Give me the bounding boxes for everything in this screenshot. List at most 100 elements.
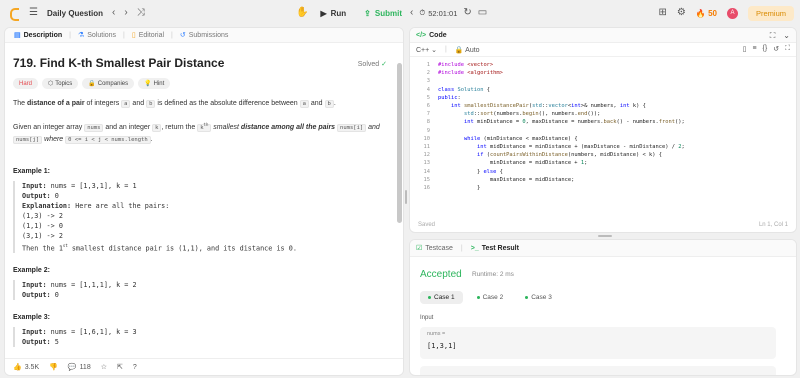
code-line[interactable]: minDistance = midDistance + 1;	[438, 159, 587, 167]
mode-label: Auto	[465, 46, 480, 54]
description-scrollbar[interactable]	[397, 63, 402, 223]
line-number: 6	[426, 103, 430, 109]
tab-submissions[interactable]: ↺ Submissions	[177, 31, 232, 40]
line-number: 7	[426, 111, 430, 118]
code-header: </> Code	[410, 28, 796, 43]
book-icon: ▯	[131, 32, 136, 39]
code-editor[interactable]: 1 #include <vector> 2 #include <algorithm> 3…	[410, 57, 796, 207]
code-line[interactable]: while (minDistance < maxDistance) {	[438, 135, 578, 143]
description-tabs: ▤ Description | ⚗ Solutions | ▯ Editorial |…	[5, 28, 403, 43]
top-bar: ☰ Daily Question ‹ › ⤨ ✋ ▶ Run ⇪ Submit …	[0, 0, 800, 26]
tab-test-result[interactable]: >_ Test Result	[471, 245, 519, 252]
tab-label: Solutions	[87, 31, 117, 39]
submit-button[interactable]: ⇪ Submit	[358, 7, 408, 20]
line-number: 16	[423, 185, 431, 191]
input-var-name: nums =	[427, 331, 446, 337]
fullscreen-icon[interactable]: ⛶	[785, 45, 790, 53]
menu-icon[interactable]: ☰	[29, 8, 38, 18]
share-icon[interactable]: ⇱	[117, 363, 123, 371]
horizontal-resize-handle[interactable]	[598, 235, 612, 237]
problem-description: 719. Find K-th Smallest Pair Distance So…	[5, 43, 403, 361]
line-number: 15	[423, 176, 431, 183]
dislike-icon[interactable]: 👎	[49, 363, 58, 371]
code-line[interactable]: }	[438, 184, 480, 192]
code-line[interactable]: class Solution {	[438, 86, 490, 94]
run-label: Run	[330, 8, 347, 18]
comment-icon: 💬	[67, 364, 77, 371]
cursor-position: Ln 1, Col 1	[758, 222, 788, 228]
line-number: 9	[426, 127, 430, 134]
shuffle-icon[interactable]: ⤨	[137, 8, 145, 18]
line-number: 3	[426, 78, 430, 85]
like-count: 3.5K	[24, 363, 40, 371]
like-button[interactable]: 👍 3.5K	[13, 363, 40, 372]
next-problem-icon[interactable]: ›	[124, 8, 127, 18]
collapse-timer-icon[interactable]: ‹	[410, 8, 413, 18]
example-1-title: Example 1:	[13, 167, 50, 175]
example-1-box: Input: nums = [1,3,1], k = 1 Output: 0 E…	[13, 180, 395, 254]
streak-count: 50	[708, 8, 717, 18]
result-status: Accepted	[420, 269, 462, 280]
code-line[interactable]: if (countPairsWithinDistance(numbers, mi…	[438, 151, 662, 159]
tab-label: Test Result	[481, 244, 519, 252]
reset-timer-icon[interactable]: ↻	[463, 8, 471, 18]
example-2-title: Example 2:	[13, 267, 50, 275]
topics-chip[interactable]: ⬡ Topics	[42, 78, 79, 89]
bookmark-icon[interactable]: ▯	[743, 45, 747, 53]
braces-icon[interactable]: {}	[763, 45, 768, 53]
prev-problem-icon[interactable]: ‹	[112, 8, 115, 18]
problem-title[interactable]: 719. Find K-th Smallest Pair Distance	[13, 56, 395, 70]
code-line[interactable]: std::sort(numbers.begin(), numbers.end()…	[438, 110, 600, 118]
vertical-resize-handle[interactable]	[405, 190, 407, 204]
debug-icon[interactable]: ✋	[296, 8, 308, 18]
auto-mode[interactable]: 🔒 Auto	[455, 46, 480, 54]
code-line[interactable]: maxDistance = midDistance;	[438, 176, 574, 184]
timer-icon: ⏱	[419, 8, 426, 17]
layout-icon[interactable]: ⊞	[659, 8, 667, 18]
tab-testcase[interactable]: ☑ Testcase	[416, 244, 453, 253]
line-number: 4	[426, 86, 430, 93]
chip-label: Hint	[153, 80, 165, 87]
code-line[interactable]: int smallestDistancePair(std::vector<int…	[438, 102, 646, 110]
star-icon[interactable]: ☆	[101, 363, 107, 371]
premium-button[interactable]: Premium	[747, 5, 794, 21]
note-icon[interactable]: ▭	[478, 8, 487, 18]
code-line[interactable]: #include <vector>	[438, 61, 493, 69]
code-line[interactable]: #include <algorithm>	[438, 69, 503, 77]
line-number: 14	[423, 168, 431, 175]
code-line[interactable]: public:	[438, 94, 461, 102]
format-icon[interactable]: ≡	[752, 45, 756, 53]
maximize-icon[interactable]: ⛶	[770, 31, 776, 41]
run-button[interactable]: ▶ Run	[314, 7, 352, 20]
case-2-tab[interactable]: Case 2	[469, 291, 512, 304]
help-icon[interactable]: ?	[133, 364, 137, 371]
comments-button[interactable]: 💬 118	[67, 363, 91, 372]
tab-description[interactable]: ▤ Description	[11, 31, 65, 40]
input-var-value: [1,3,1]	[427, 342, 457, 350]
case-1-tab[interactable]: Case 1	[420, 291, 463, 304]
case-3-tab[interactable]: Case 3	[517, 291, 560, 304]
submit-label: Submit	[374, 8, 402, 18]
avatar[interactable]: A	[726, 7, 738, 19]
editor-status-bar: Saved Ln 1, Col 1	[410, 218, 796, 232]
companies-chip[interactable]: 🔒 Companies	[82, 78, 135, 89]
history-icon: ↺	[179, 32, 186, 39]
upload-icon: ⇪	[364, 8, 371, 18]
code-line[interactable]: int midDistance = minDistance + (maxDist…	[438, 143, 685, 151]
play-icon: ▶	[320, 8, 327, 18]
code-line[interactable]: } else {	[438, 168, 503, 176]
streak-badge[interactable]: 🔥 50	[696, 9, 717, 18]
hint-chip[interactable]: 💡 Hint	[138, 78, 171, 89]
leetcode-logo-icon[interactable]	[8, 7, 20, 21]
timer[interactable]: ⏱ 52:01:01	[419, 8, 457, 18]
case-label: Case 3	[531, 294, 552, 301]
code-line[interactable]: int minDistance = 0, maxDistance = numbe…	[438, 118, 685, 126]
tab-editorial[interactable]: ▯ Editorial	[129, 31, 167, 40]
collapse-icon[interactable]: ⌄	[783, 31, 790, 41]
tab-label: Editorial	[138, 31, 165, 39]
tab-solutions[interactable]: ⚗ Solutions	[75, 31, 119, 40]
settings-icon[interactable]: ⚙	[677, 8, 686, 18]
language-select[interactable]: C++ ⌄	[416, 46, 437, 54]
reset-code-icon[interactable]: ↺	[773, 45, 779, 53]
problem-list-title[interactable]: Daily Question	[47, 9, 103, 18]
